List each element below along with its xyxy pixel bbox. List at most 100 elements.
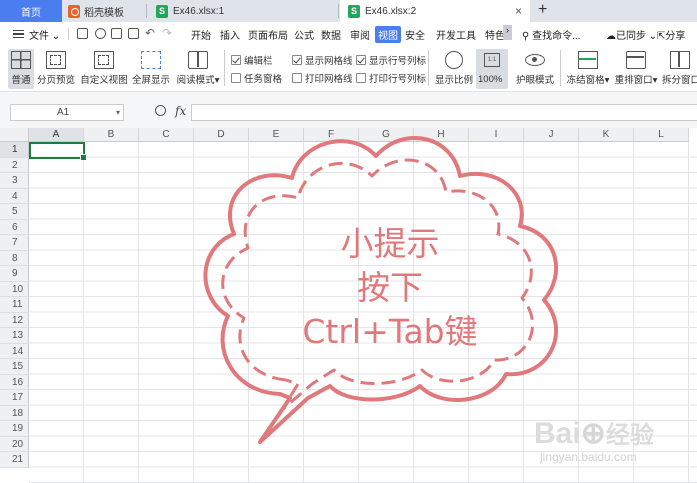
row-header-18[interactable]: 18 <box>0 405 29 421</box>
column-header-i[interactable]: I <box>469 128 524 142</box>
column-header-e[interactable]: E <box>249 128 304 142</box>
menu-item-review[interactable]: 审阅 <box>350 27 370 42</box>
row-header-15[interactable]: 15 <box>0 359 29 375</box>
save-icon[interactable] <box>77 28 88 39</box>
formula-bar-checkbox[interactable]: 编辑栏 <box>231 53 273 67</box>
freeze-panes-button[interactable]: 冻结窗格▾ <box>566 49 610 89</box>
redo-icon[interactable]: ↷ <box>162 26 172 40</box>
row-header-4[interactable]: 4 <box>0 188 29 204</box>
tab-file-2[interactable]: S Ex46.xlsx:2 × <box>340 0 530 22</box>
column-header-c[interactable]: C <box>139 128 194 142</box>
column-header-l[interactable]: L <box>634 128 689 142</box>
checkbox-show-gridlines[interactable] <box>292 55 302 65</box>
menu-item-security[interactable]: 安全 <box>405 27 425 42</box>
zoom-100-button[interactable]: 1:1 100% <box>476 49 508 89</box>
row-header-13[interactable]: 13 <box>0 328 29 344</box>
add-tab-button[interactable]: + <box>538 1 547 19</box>
tab-file-1[interactable]: S Ex46.xlsx:1 <box>146 0 336 22</box>
row-header-16[interactable]: 16 <box>0 374 29 390</box>
print-headers-label: 打印行号列标 <box>369 74 427 85</box>
show-headers-checkbox[interactable]: 显示行号列标 <box>356 53 426 67</box>
divider <box>428 50 429 86</box>
sync-status[interactable]: ☁已同步 ⌄ <box>606 27 657 42</box>
tab-template[interactable]: 稻壳模板 <box>62 0 146 22</box>
column-header-b[interactable]: B <box>84 128 139 142</box>
print-icon[interactable] <box>111 28 122 39</box>
row-header-20[interactable]: 20 <box>0 436 29 452</box>
menu-item-data[interactable]: 数据 <box>321 27 341 42</box>
file-menu[interactable]: 文件 ⌄ <box>29 27 60 42</box>
print-headers-checkbox[interactable]: 打印行号列标 <box>356 71 426 85</box>
fx-icon[interactable]: fx <box>175 104 186 118</box>
show-gridlines-checkbox[interactable]: 显示网格线 <box>292 53 353 67</box>
selected-cell[interactable] <box>29 142 87 161</box>
spreadsheet-icon: S <box>156 4 168 18</box>
row-header-1[interactable]: 1 <box>0 142 29 158</box>
formula-input[interactable] <box>191 104 697 121</box>
print-gridlines-label: 打印网格线 <box>305 74 353 85</box>
row-header-19[interactable]: 19 <box>0 421 29 437</box>
row-header-17[interactable]: 17 <box>0 390 29 406</box>
share-button[interactable]: ⇱分享 <box>657 27 685 42</box>
menu-item-insert[interactable]: 插入 <box>220 27 240 42</box>
normal-view-button[interactable]: 普通 <box>8 49 34 89</box>
row-header-11[interactable]: 11 <box>0 297 29 313</box>
task-pane-checkbox[interactable]: 任务窗格 <box>231 71 282 85</box>
menu-icon[interactable] <box>13 30 24 38</box>
close-icon[interactable]: × <box>515 4 522 18</box>
row-header-14[interactable]: 14 <box>0 343 29 359</box>
rearrange-windows-button[interactable]: 重排窗口▾ <box>614 49 658 89</box>
row-header-21[interactable]: 21 <box>0 452 29 468</box>
reading-mode-label: 阅读模式▾ <box>176 75 220 86</box>
column-header-h[interactable]: H <box>414 128 469 142</box>
chevron-down-icon[interactable]: ▾ <box>116 105 120 120</box>
name-box[interactable]: A1 ▾ <box>10 104 124 121</box>
row-header-8[interactable]: 8 <box>0 250 29 266</box>
row-header-10[interactable]: 10 <box>0 281 29 297</box>
column-header-g[interactable]: G <box>359 128 414 142</box>
row-header-6[interactable]: 6 <box>0 219 29 235</box>
select-all-corner[interactable] <box>0 128 29 142</box>
undo-icon[interactable]: ↶ <box>145 26 155 40</box>
checkbox-show-headers[interactable] <box>356 55 366 65</box>
row-header-3[interactable]: 3 <box>0 173 29 189</box>
reading-mode-button[interactable]: 阅读模式▾ <box>174 49 222 89</box>
menu-item-view[interactable]: 视图 <box>375 26 401 43</box>
menu-item-formula[interactable]: 公式 <box>294 27 314 42</box>
file-output-icon[interactable] <box>95 28 106 39</box>
column-header-j[interactable]: J <box>524 128 579 142</box>
row-header-9[interactable]: 9 <box>0 266 29 282</box>
custom-view-button[interactable]: 自定义视图 <box>80 49 128 89</box>
row-header-12[interactable]: 12 <box>0 312 29 328</box>
row-header-2[interactable]: 2 <box>0 157 29 173</box>
checkbox-formula-bar[interactable] <box>231 55 241 65</box>
menu-item-special[interactable]: 特色 <box>485 27 505 42</box>
scroll-right-icon[interactable]: › <box>503 25 512 40</box>
split-icon <box>670 51 690 69</box>
checkbox-print-gridlines[interactable] <box>292 73 302 83</box>
search-command[interactable]: ⚲ 查找命令... <box>522 27 580 42</box>
tab-home[interactable]: 首页 <box>0 0 62 22</box>
cell-area[interactable] <box>29 142 697 483</box>
checkbox-print-headers[interactable] <box>356 73 366 83</box>
eye-protection-button[interactable]: 护眼模式 <box>515 49 555 89</box>
column-header-a[interactable]: A <box>29 128 84 142</box>
zoom-icon[interactable] <box>155 105 166 116</box>
formula-bar: A1 ▾ fx <box>0 92 697 128</box>
page-break-preview-button[interactable]: 分页预览 <box>36 49 76 89</box>
column-header-k[interactable]: K <box>579 128 634 142</box>
zoom-button[interactable]: 显示比例 <box>435 49 473 89</box>
row-header-5[interactable]: 5 <box>0 204 29 220</box>
checkbox-task-pane[interactable] <box>231 73 241 83</box>
cell-reference: A1 <box>57 107 70 118</box>
row-header-7[interactable]: 7 <box>0 235 29 251</box>
split-window-button[interactable]: 拆分窗口 <box>662 49 697 89</box>
menu-item-developer[interactable]: 开发工具 <box>436 27 476 42</box>
full-screen-button[interactable]: 全屏显示 <box>132 49 170 89</box>
menu-item-home[interactable]: 开始 <box>191 27 211 42</box>
column-header-f[interactable]: F <box>304 128 359 142</box>
print-gridlines-checkbox[interactable]: 打印网格线 <box>292 71 353 85</box>
print-preview-icon[interactable] <box>128 28 139 39</box>
column-header-d[interactable]: D <box>194 128 249 142</box>
menu-item-page-layout[interactable]: 页面布局 <box>248 27 288 42</box>
